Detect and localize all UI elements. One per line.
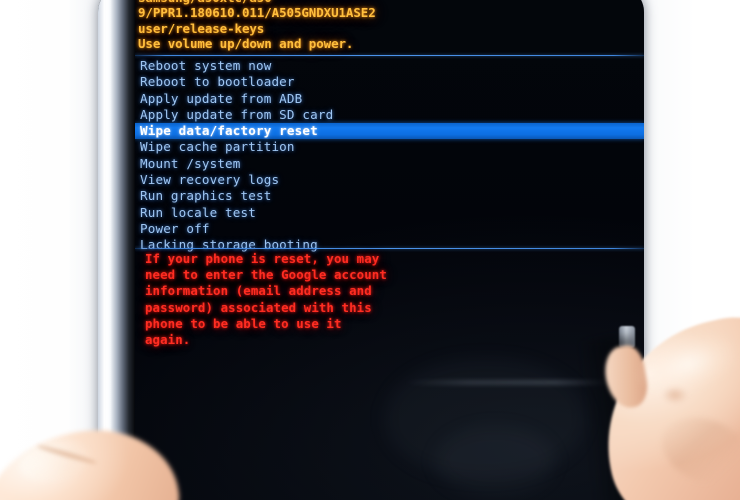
screenshot-scene: Android Recovery samsung/a50xtc/a50 9/PP… (0, 0, 740, 500)
header-line-keys: user/release-keys (138, 20, 265, 36)
header-line-instruction: Use volume up/down and power. (138, 36, 354, 52)
header-line-build: 9/PPR1.180610.011/A505GNDXU1ASE2 (138, 5, 376, 21)
menu-item-apply-update-from-sd-card[interactable]: Apply update from SD card (135, 107, 644, 123)
reset-warning-message: If your phone is reset, you may need to … (135, 251, 644, 348)
separator-top (135, 55, 644, 56)
warning-line-6: again. (145, 332, 191, 348)
recovery-console: Android Recovery samsung/a50xtc/a50 9/PP… (135, 0, 644, 500)
menu-item-view-recovery-logs[interactable]: View recovery logs (135, 172, 644, 188)
menu-item-run-graphics-test[interactable]: Run graphics test (135, 188, 644, 204)
warning-line-1: If your phone is reset, you may (145, 251, 380, 266)
warning-line-4: password) associated with this (145, 299, 372, 315)
separator-bottom (135, 248, 644, 249)
warning-line-2: need to enter the Google account (145, 267, 387, 283)
phone-screen[interactable]: Android Recovery samsung/a50xtc/a50 9/PP… (135, 0, 644, 500)
side-button-nub[interactable] (619, 326, 635, 348)
phone-device: Android Recovery samsung/a50xtc/a50 9/PP… (98, 0, 644, 500)
menu-item-run-locale-test[interactable]: Run locale test (135, 205, 644, 221)
menu-item-mount-system[interactable]: Mount /system (135, 156, 644, 172)
left-rail-highlight (104, 0, 111, 500)
menu-item-wipe-cache-partition[interactable]: Wipe cache partition (135, 139, 644, 155)
recovery-menu: Reboot system now Reboot to bootloader A… (135, 58, 644, 254)
menu-item-reboot-system-now[interactable]: Reboot system now (135, 58, 644, 74)
warning-line-3: information (email address and (145, 283, 372, 299)
background-right (628, 0, 740, 500)
menu-item-reboot-to-bootloader[interactable]: Reboot to bootloader (135, 74, 644, 90)
recovery-header: Android Recovery samsung/a50xtc/a50 9/PP… (138, 0, 638, 52)
menu-item-apply-update-from-adb[interactable]: Apply update from ADB (135, 91, 644, 107)
phone-left-rail (98, 0, 134, 500)
menu-item-power-off[interactable]: Power off (135, 221, 644, 237)
menu-item-wipe-data-factory-reset[interactable]: Wipe data/factory reset (135, 123, 644, 140)
warning-line-5: phone to be able to use it (145, 315, 342, 331)
